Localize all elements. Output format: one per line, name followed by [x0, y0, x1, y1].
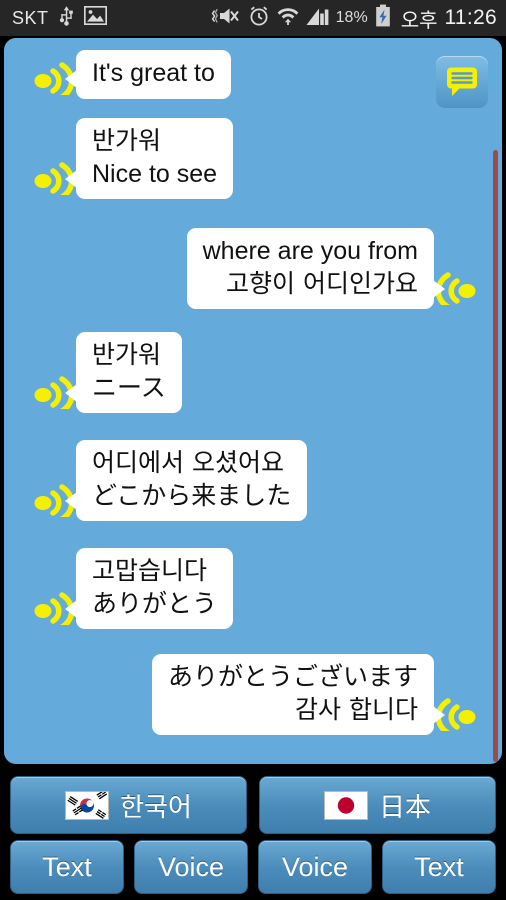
- status-bar: SKT 18% 오후 11:26: [0, 0, 506, 36]
- battery-percent-label: 18%: [335, 9, 368, 26]
- scrollbar-thumb[interactable]: [493, 150, 498, 762]
- chat-message[interactable]: 고맙습니다 ありがとう: [32, 548, 234, 630]
- south-korea-flag: [65, 790, 110, 820]
- mode-button-text-left[interactable]: Text: [10, 840, 124, 894]
- language-label: 日本: [378, 792, 431, 823]
- cellular-signal-icon: [306, 6, 329, 31]
- speech-bubble-icon[interactable]: [436, 56, 488, 108]
- chat-bubble[interactable]: ありがとうございます 감사 합니다: [151, 654, 446, 735]
- chat-message[interactable]: 어디에서 오셨어요 どこから来ました: [32, 440, 308, 522]
- bubble-line: ありがとうございます: [167, 662, 418, 691]
- language-label: 한국어: [120, 792, 192, 823]
- am-pm-label: 오후: [400, 9, 438, 32]
- chat-bubble[interactable]: 어디에서 오셨어요 どこから来ました: [64, 440, 308, 521]
- battery-charging-icon: [375, 4, 391, 32]
- mode-button-voice-left[interactable]: Voice: [134, 840, 248, 894]
- status-bar-right: 18% 오후 11:26: [211, 4, 497, 33]
- usb-icon: [58, 5, 75, 31]
- chat-bubble[interactable]: It's great to: [65, 50, 231, 99]
- mute-vibrate-icon: [211, 5, 241, 32]
- bubble-line: 어디에서 오셨어요: [92, 448, 284, 477]
- bubble-line: ありがとう: [92, 588, 218, 618]
- bubble-line: It's great to: [92, 59, 215, 87]
- language-button-japanese[interactable]: 日本: [259, 776, 496, 834]
- mode-label: Text: [414, 851, 464, 882]
- bubble-line: 고맙습니다: [92, 556, 208, 585]
- input-mode-row: Text Voice Voice Text: [0, 840, 506, 894]
- chat-bubble[interactable]: where are you from 고향이 어디인가요: [186, 228, 446, 309]
- bubble-line: where are you from: [202, 237, 418, 265]
- chat-message[interactable]: 반가워 ニース: [32, 332, 182, 414]
- mode-label: Voice: [157, 851, 225, 882]
- japan-flag: [323, 790, 368, 820]
- mode-button-text-right[interactable]: Text: [382, 840, 496, 894]
- bubble-line: ニース: [92, 372, 166, 402]
- mode-label: Text: [42, 851, 92, 882]
- mode-label: Voice: [281, 851, 349, 882]
- chat-message[interactable]: where are you from 고향이 어디인가요: [186, 228, 478, 310]
- bubble-line: 감사 합니다: [295, 694, 418, 724]
- chat-message[interactable]: It's great to: [32, 50, 231, 100]
- bubble-line: 반가워: [92, 340, 162, 369]
- chat-message[interactable]: 반가워 Nice to see: [32, 118, 234, 200]
- carrier-label: SKT: [12, 7, 49, 28]
- status-bar-left: SKT: [12, 5, 107, 31]
- chat-bubble[interactable]: 고맙습니다 ありがとう: [64, 548, 234, 629]
- mode-button-voice-right[interactable]: Voice: [258, 840, 372, 894]
- alarm-clock-icon: [248, 5, 270, 32]
- bubble-line: 고향이 어디인가요: [226, 268, 418, 298]
- vertical-scrollbar[interactable]: [493, 150, 498, 762]
- bubble-line: 반가워: [92, 126, 162, 155]
- screenshot-image-icon: [83, 5, 107, 30]
- bubble-line: Nice to see: [92, 159, 218, 188]
- bubble-line: どこから来ました: [92, 480, 292, 510]
- chat-message-list[interactable]: It's great to 반가워 Nice to see where are …: [4, 38, 502, 764]
- chat-bubble[interactable]: 반가워 Nice to see: [64, 118, 234, 199]
- language-selector-row: 한국어 日本: [0, 776, 506, 834]
- language-button-korean[interactable]: 한국어: [10, 776, 247, 834]
- phone-screen: SKT 18% 오후 11:26 It's great to 반가워 Nice …: [0, 0, 506, 900]
- chat-message[interactable]: ありがとうございます 감사 합니다: [151, 654, 478, 736]
- chat-panel: It's great to 반가워 Nice to see where are …: [4, 38, 502, 764]
- clock-label: 11:26: [444, 6, 497, 29]
- chat-bubble[interactable]: 반가워 ニース: [65, 332, 182, 413]
- wifi-icon: [277, 5, 299, 31]
